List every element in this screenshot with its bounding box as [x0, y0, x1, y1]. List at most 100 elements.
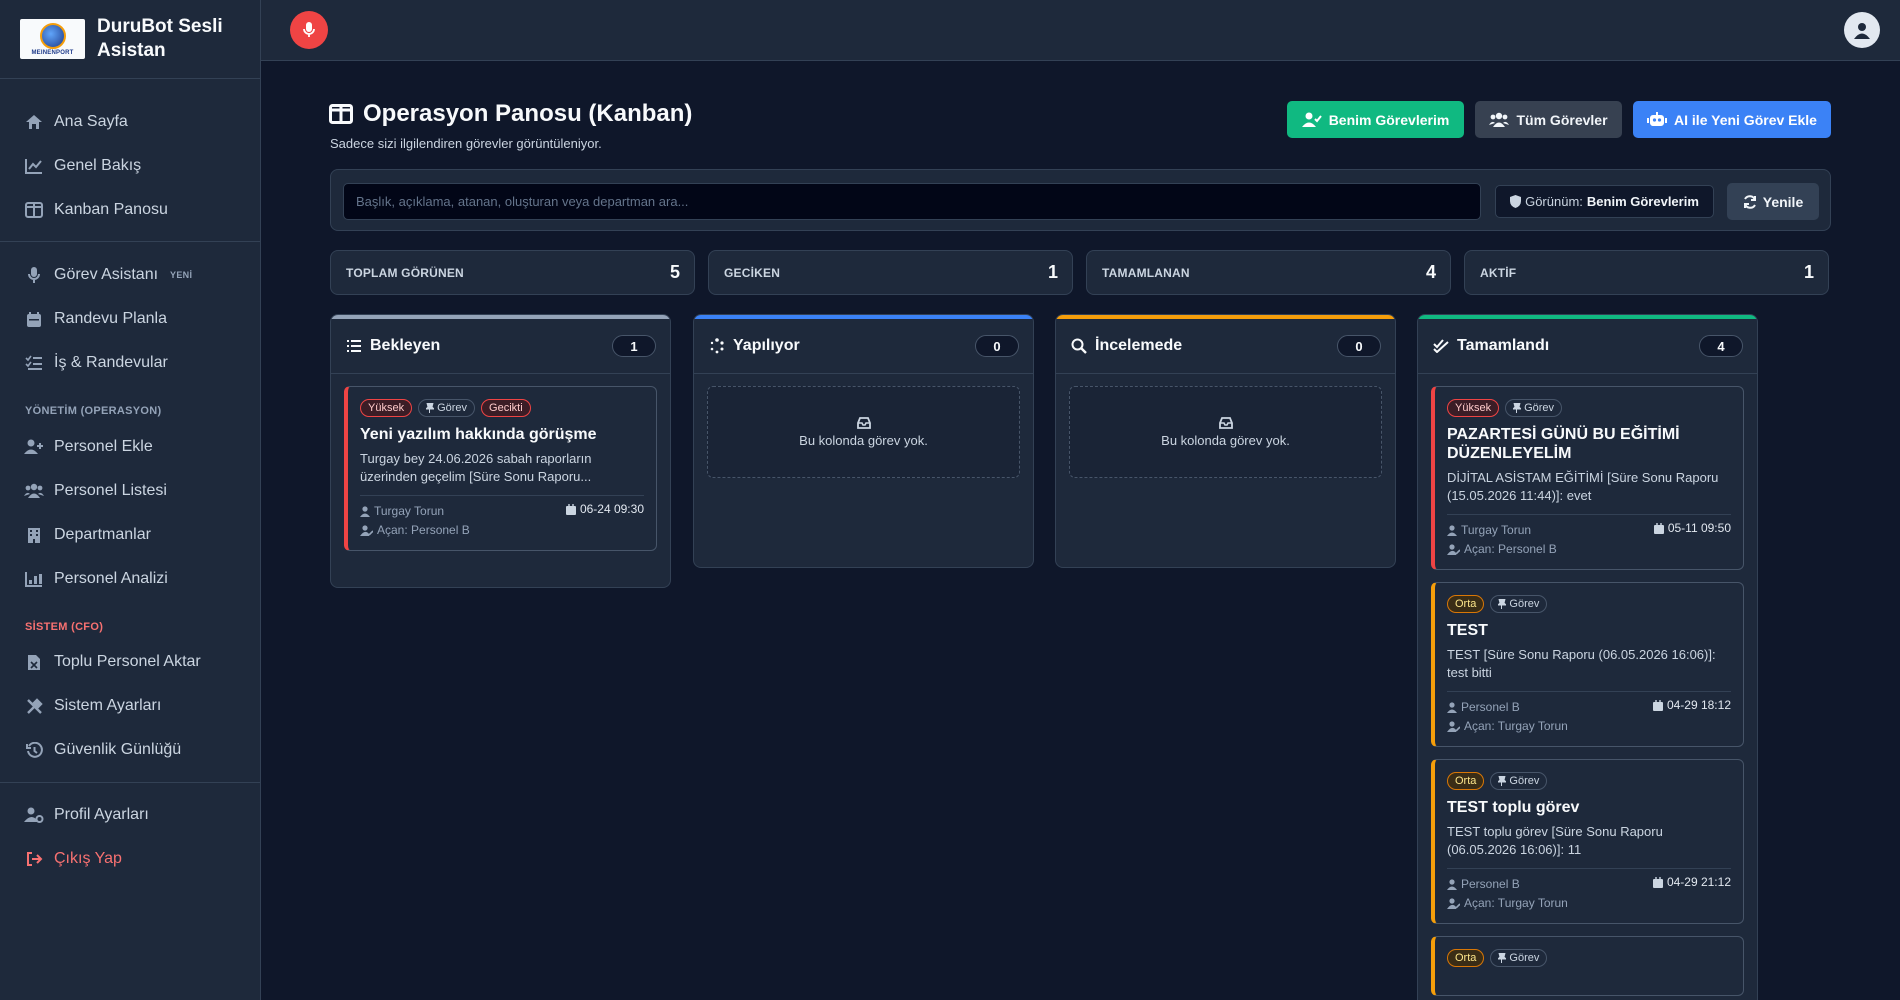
- view-indicator: Görünüm: Benim Görevlerim: [1495, 185, 1714, 218]
- all-tasks-button[interactable]: Tüm Görevler: [1475, 101, 1622, 138]
- tools-icon: [24, 696, 44, 716]
- sidebar-item-label: Personel Listesi: [54, 482, 167, 499]
- user-plus-icon: [24, 437, 44, 457]
- stat-active: AKTİF 1: [1464, 250, 1829, 295]
- search-icon: [1071, 338, 1087, 354]
- task-due-date: 04-29 21:12: [1652, 875, 1731, 889]
- sidebar-item-label: Görev Asistanı: [54, 266, 159, 283]
- task-title: Yeni yazılım hakkında görüşme: [360, 426, 597, 443]
- user-icon: [360, 506, 370, 517]
- voice-record-button[interactable]: [290, 11, 328, 49]
- task-card[interactable]: Orta Görev TEST toplu görev TEST toplu g…: [1431, 759, 1744, 924]
- task-due-date: 06-24 09:30: [565, 502, 644, 516]
- task-description: TEST [Süre Sonu Raporu (06.05.2026 16:06…: [1447, 647, 1716, 680]
- sidebar-item-departments[interactable]: Departmanlar: [24, 520, 151, 550]
- sidebar-item-add-staff[interactable]: Personel Ekle: [24, 432, 153, 462]
- columns-icon: [24, 200, 44, 220]
- inbox-icon: [1218, 416, 1233, 429]
- columns-icon: [329, 104, 353, 124]
- type-tag: Görev: [1490, 772, 1548, 790]
- file-excel-icon: [24, 652, 44, 672]
- stat-value: 4: [1425, 262, 1436, 282]
- calendar-icon: [24, 309, 44, 329]
- task-title: TEST toplu görev: [1447, 799, 1580, 816]
- task-card[interactable]: Orta Görev TEST TEST [Süre Sonu Raporu (…: [1431, 582, 1744, 747]
- task-card[interactable]: Orta Görev: [1431, 936, 1744, 996]
- new-badge: YENİ: [170, 270, 193, 280]
- user-icon: [1447, 525, 1457, 536]
- user-check-icon: [1301, 112, 1322, 127]
- pin-icon: [1498, 776, 1507, 786]
- type-tag: Görev: [1490, 949, 1548, 967]
- list-icon: [346, 339, 362, 353]
- stat-value: 5: [669, 262, 680, 282]
- user-avatar[interactable]: [1844, 12, 1880, 48]
- sidebar-item-security-log[interactable]: Güvenlik Günlüğü: [24, 735, 181, 765]
- sidebar-divider: [0, 782, 260, 783]
- sidebar-item-label: Kanban Panosu: [54, 201, 168, 218]
- due-date-text: 04-29 18:12: [1666, 698, 1731, 712]
- my-tasks-button[interactable]: Benim Görevlerim: [1287, 101, 1464, 138]
- my-tasks-label: Benim Görevlerim: [1328, 111, 1450, 128]
- priority-tag: Orta: [1447, 949, 1485, 967]
- column-count: 0: [1337, 335, 1381, 357]
- stat-completed: TAMAMLANAN 4: [1086, 250, 1451, 295]
- task-due-date: 05-11 09:50: [1653, 521, 1731, 535]
- calendar-icon: [1653, 522, 1664, 534]
- refresh-button[interactable]: Yenile: [1727, 183, 1819, 220]
- sidebar-item-task-assistant[interactable]: Görev Asistanı YENİ: [24, 260, 192, 290]
- column-title: Bekleyen: [370, 337, 441, 354]
- user-edit-icon: [1447, 721, 1460, 732]
- sidebar-item-system-settings[interactable]: Sistem Ayarları: [24, 691, 161, 721]
- sidebar-item-overview[interactable]: Genel Bakış: [24, 151, 141, 181]
- sidebar-item-staff-list[interactable]: Personel Listesi: [24, 476, 167, 506]
- pin-icon: [1498, 599, 1507, 609]
- priority-tag: Yüksek: [1447, 399, 1500, 417]
- task-description: TEST toplu görev [Süre Sonu Raporu (06.0…: [1447, 824, 1663, 857]
- type-tag-text: Görev: [1509, 598, 1540, 610]
- user-edit-icon: [1447, 544, 1460, 555]
- sidebar-item-label: Güvenlik Günlüğü: [54, 741, 182, 758]
- sidebar-item-appointment[interactable]: Randevu Planla: [24, 304, 167, 334]
- column-review: İncelemede 0 Bu kolonda görev yok.: [1055, 314, 1396, 568]
- brand-logo: MEINENPORT: [20, 19, 85, 59]
- opener-name: Açan: Personel B: [377, 523, 470, 537]
- sidebar-item-profile[interactable]: Profil Ayarları: [24, 800, 149, 830]
- sidebar-item-jobs[interactable]: İş & Randevular: [24, 348, 168, 378]
- sidebar-item-label: Ana Sayfa: [54, 113, 128, 130]
- user-edit-icon: [360, 525, 373, 536]
- sidebar-item-logout[interactable]: Çıkış Yap: [24, 844, 122, 874]
- shield-icon: [1510, 195, 1522, 208]
- stat-label: TOPLAM GÖRÜNEN: [346, 265, 464, 280]
- ai-add-task-button[interactable]: AI ile Yeni Görev Ekle: [1633, 101, 1831, 138]
- pin-icon: [1513, 403, 1522, 413]
- type-tag: Görev: [1490, 595, 1548, 613]
- page-subtitle: Sadece sizi ilgilendiren görevler görünt…: [330, 136, 602, 151]
- task-card[interactable]: Yüksek Görev PAZARTESİ GÜNÜ BU EĞİTİMİ D…: [1431, 386, 1744, 570]
- calendar-icon: [565, 503, 576, 515]
- calendar-icon: [1652, 699, 1663, 711]
- due-date-text: 05-11 09:50: [1667, 521, 1731, 535]
- sidebar-item-staff-analysis[interactable]: Personel Analizi: [24, 564, 168, 594]
- task-card[interactable]: Yüksek Görev Gecikti Yeni yazılım hakkın…: [344, 386, 657, 551]
- brand[interactable]: MEINENPORT DuruBot Sesli Asistan: [0, 0, 260, 79]
- sidebar-item-bulk-import[interactable]: Toplu Personel Aktar: [24, 647, 201, 677]
- sidebar-item-label: Personel Ekle: [54, 438, 153, 455]
- assignee-name: Turgay Torun: [1461, 523, 1532, 537]
- search-input[interactable]: [343, 183, 1481, 220]
- sidebar: MEINENPORT DuruBot Sesli Asistan Ana Say…: [0, 0, 261, 1000]
- building-icon: [24, 525, 44, 545]
- stat-label: TAMAMLANAN: [1102, 265, 1190, 280]
- sidebar-item-label: Sistem Ayarları: [54, 697, 162, 714]
- column-header: İncelemede 0: [1056, 319, 1395, 374]
- opener-name: Açan: Personel B: [1464, 542, 1557, 556]
- column-count: 1: [612, 335, 656, 357]
- home-icon: [24, 112, 44, 132]
- type-tag: Görev: [1505, 399, 1563, 417]
- sidebar-item-label: Toplu Personel Aktar: [54, 653, 201, 670]
- sidebar-item-home[interactable]: Ana Sayfa: [24, 107, 128, 137]
- empty-state: Bu kolonda görev yok.: [1069, 386, 1382, 478]
- task-opener: Açan: Personel B: [1447, 540, 1731, 559]
- column-in-progress: Yapılıyor 0 Bu kolonda görev yok.: [693, 314, 1034, 568]
- sidebar-item-kanban[interactable]: Kanban Panosu: [24, 195, 168, 225]
